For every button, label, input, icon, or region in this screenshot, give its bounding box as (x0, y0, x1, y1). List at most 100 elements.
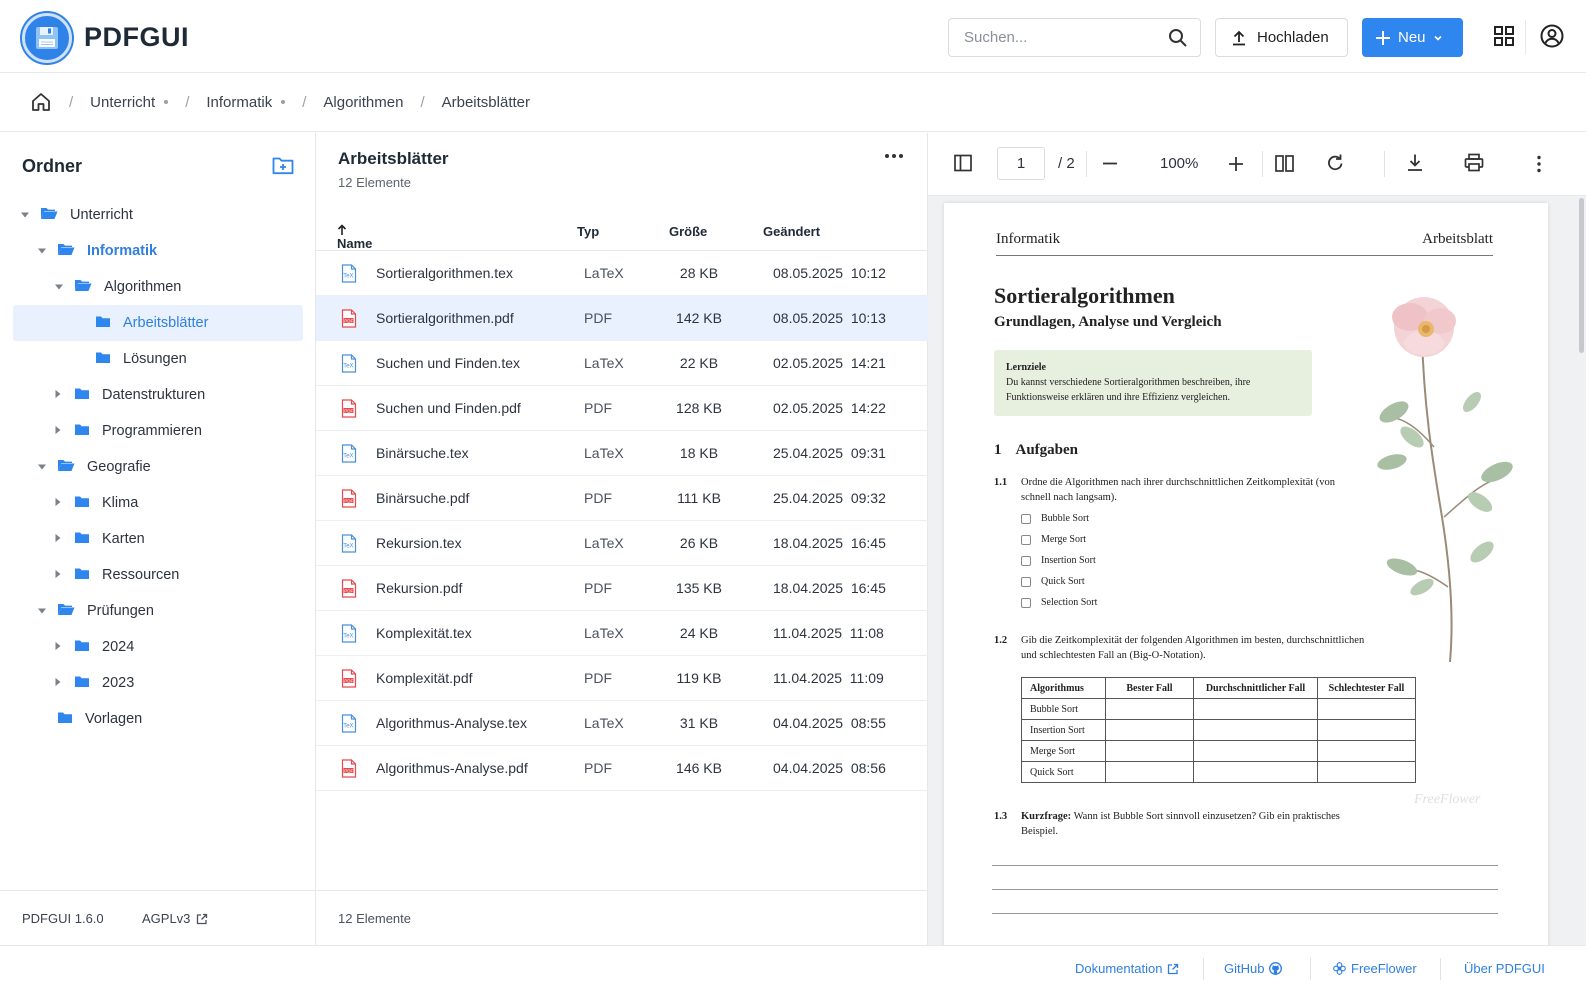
caret-right-icon[interactable] (54, 387, 64, 403)
about-link[interactable]: Über PDFGUI (1464, 961, 1545, 976)
sidebar-item-2024[interactable]: 2024 (0, 629, 316, 665)
breadcrumb-item-unterricht[interactable]: Unterricht (90, 94, 155, 111)
table-row[interactable]: PDF Algorithmus-Analyse.pdf PDF 146 KB 04.04… (316, 746, 928, 791)
caret-right-icon[interactable] (54, 675, 64, 691)
caret-down-icon[interactable] (20, 207, 30, 223)
flower-illustration (1377, 297, 1513, 663)
pdf-page: Informatik Arbeitsblatt Sortieralgorithm… (944, 203, 1548, 945)
table-row[interactable]: TeX Suchen und Finden.tex LaTeX 22 KB 02.05.… (316, 341, 928, 386)
viewer-more-icon[interactable] (1537, 155, 1541, 173)
new-folder-icon[interactable] (272, 155, 294, 175)
table-row[interactable]: PDF Sortieralgorithmen.pdf PDF 142 KB 08.05.… (316, 296, 928, 341)
new-button[interactable]: Neu (1362, 18, 1463, 57)
sidebar-item-vorlagen[interactable]: Vorlagen (0, 701, 316, 737)
file-name: Suchen und Finden.pdf (376, 400, 521, 416)
rotate-icon[interactable] (1326, 153, 1345, 172)
svg-text:PDF: PDF (344, 498, 353, 503)
breadcrumb-item-informatik[interactable]: Informatik (206, 94, 272, 111)
sidebar-item-programmieren[interactable]: Programmieren (0, 413, 316, 449)
zoom-out-icon[interactable] (1102, 162, 1118, 165)
search-icon[interactable] (1168, 28, 1188, 48)
two-page-view-icon[interactable] (1275, 155, 1294, 172)
caret-right-icon[interactable] (54, 423, 64, 439)
download-icon[interactable] (1406, 153, 1424, 172)
sidebar-item-datenstrukturen[interactable]: Datenstrukturen (0, 377, 316, 413)
caret-right-icon[interactable] (54, 531, 64, 547)
page-number-input[interactable]: 1 (997, 147, 1045, 180)
caret-down-icon[interactable] (37, 603, 47, 619)
file-name: Sortieralgorithmen.tex (376, 265, 513, 281)
pdf-viewer: 1 / 2 100% Informatik Arbeitsblatt Sorti… (928, 133, 1586, 945)
checkbox-icon (1021, 555, 1031, 566)
sidebar-item-ressourcen[interactable]: Ressourcen (0, 557, 316, 593)
file-type: LaTeX (584, 715, 624, 731)
file-name: Komplexität.tex (376, 625, 472, 641)
sidebar-item-geografie[interactable]: Geografie (0, 449, 316, 485)
file-name: Suchen und Finden.tex (376, 355, 520, 371)
table-row[interactable]: TeX Rekursion.tex LaTeX 26 KB 18.04.2025 16:… (316, 521, 928, 566)
about-label: Über PDFGUI (1464, 961, 1545, 976)
table-row[interactable]: PDF Komplexität.pdf PDF 119 KB 11.04.2025 11… (316, 656, 928, 701)
sidebar-item-lösungen[interactable]: Lösungen (0, 341, 316, 377)
file-modified: 18.04.2025 16:45 (773, 535, 886, 551)
caret-right-icon[interactable] (54, 567, 64, 583)
upload-button[interactable]: Hochladen (1215, 18, 1348, 57)
sidebar-toggle-icon[interactable] (954, 154, 972, 172)
zoom-level[interactable]: 100% (1160, 155, 1198, 172)
file-type: PDF (584, 490, 612, 506)
print-icon[interactable] (1464, 153, 1484, 172)
column-size[interactable]: Größe (669, 224, 707, 239)
sidebar-title: Ordner (22, 156, 83, 176)
breadcrumb: / Unterricht / Informatik / Algorithmen … (0, 73, 1586, 132)
search-input[interactable] (950, 20, 1150, 55)
table-row[interactable]: TeX Algorithmus-Analyse.tex LaTeX 31 KB 04.0… (316, 701, 928, 746)
zoom-in-icon[interactable] (1228, 156, 1244, 172)
sidebar-item-klima[interactable]: Klima (0, 485, 316, 521)
table-row[interactable]: PDF Binärsuche.pdf PDF 111 KB 25.04.2025 09:… (316, 476, 928, 521)
more-options-icon[interactable] (884, 153, 904, 159)
sidebar-item-unterricht[interactable]: Unterricht (0, 197, 316, 233)
table-row[interactable]: PDF Suchen und Finden.pdf PDF 128 KB 02.05.2… (316, 386, 928, 431)
empty-cell (1105, 740, 1194, 762)
algorithm-cell: Quick Sort (1021, 761, 1106, 783)
breadcrumb-item-algorithmen[interactable]: Algorithmen (323, 94, 403, 111)
toolbar-divider (1384, 151, 1385, 177)
column-type[interactable]: Typ (577, 224, 599, 239)
documentation-link[interactable]: Dokumentation (1075, 961, 1179, 976)
section-heading: 1 Aufgaben (994, 442, 1078, 459)
column-modified[interactable]: Geändert (763, 224, 820, 239)
sidebar-item-karten[interactable]: Karten (0, 521, 316, 557)
caret-down-icon[interactable] (37, 243, 47, 259)
table-row[interactable]: TeX Komplexität.tex LaTeX 24 KB 11.04.2025 1… (316, 611, 928, 656)
search-box[interactable] (948, 18, 1201, 57)
file-size: 111 KB (677, 490, 721, 506)
apps-grid-icon[interactable] (1493, 25, 1515, 47)
scrollbar-thumb[interactable] (1579, 198, 1584, 353)
caret-right-icon[interactable] (54, 639, 64, 655)
list-footer: 12 Elemente (316, 890, 928, 945)
sidebar-item-arbeitsblätter[interactable]: Arbeitsblätter (13, 305, 303, 341)
caret-down-icon[interactable] (54, 279, 64, 295)
sidebar-item-prüfungen[interactable]: Prüfungen (0, 593, 316, 629)
table-row[interactable]: TeX Binärsuche.tex LaTeX 18 KB 25.04.2025 09… (316, 431, 928, 476)
folder-sidebar: Ordner Unterricht Informatik Algorithmen Ar… (0, 133, 316, 945)
caret-down-icon[interactable] (37, 459, 47, 475)
freeflower-link[interactable]: FreeFlower (1333, 961, 1417, 976)
github-link[interactable]: GitHub (1224, 961, 1283, 976)
sidebar-item-informatik[interactable]: Informatik (0, 233, 316, 269)
home-icon[interactable] (30, 91, 52, 113)
app-logo[interactable] (22, 13, 72, 63)
column-name[interactable]: Name (337, 224, 372, 251)
table-row[interactable]: TeX Sortieralgorithmen.tex LaTeX 28 KB 08.05… (316, 251, 928, 296)
breadcrumb-separator: / (302, 93, 307, 111)
sidebar-item-label: Unterricht (70, 207, 133, 223)
sidebar-item-algorithmen[interactable]: Algorithmen (0, 269, 316, 305)
sidebar-item-2023[interactable]: 2023 (0, 665, 316, 701)
account-icon[interactable] (1540, 24, 1564, 48)
caret-right-icon[interactable] (54, 495, 64, 511)
license-link[interactable]: AGPLv3 (142, 911, 208, 926)
breadcrumb-item-arbeitsblaetter[interactable]: Arbeitsblätter (442, 94, 530, 111)
breadcrumb-separator: / (69, 93, 74, 111)
table-row[interactable]: PDF Rekursion.pdf PDF 135 KB 18.04.2025 16:4… (316, 566, 928, 611)
viewer-scrollbar[interactable] (1576, 196, 1586, 945)
